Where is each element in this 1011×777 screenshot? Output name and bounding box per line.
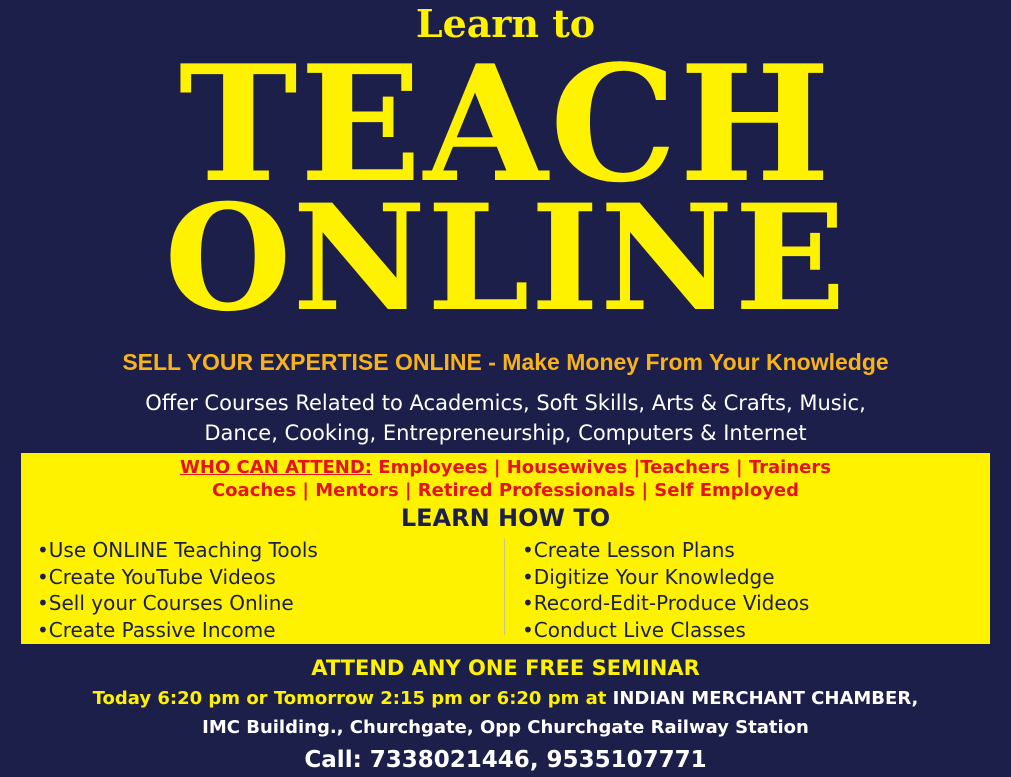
who-line-2: Coaches | Mentors | Retired Professional… [211,480,800,501]
seminar-address: IMC Building., Churchgate, Opp Churchgat… [202,717,809,738]
seminar-heading: ATTEND ANY ONE FREE SEMINAR [311,656,700,680]
tagline: SELL YOUR EXPERTISE ONLINE - Make Money … [122,349,889,375]
list-item: •Create Passive Income [37,617,276,642]
list-item: •Record-Edit-Produce Videos [522,591,810,615]
learn-how-heading: LEARN HOW TO [400,504,611,532]
list-item: •Create YouTube Videos [37,564,276,589]
list-item: •Sell your Courses Online [37,591,294,615]
headline-online: ONLINE [164,173,847,344]
who-label: WHO CAN ATTEND: [180,457,373,478]
learn-list-left: •Use ONLINE Teaching Tools •Create YouTu… [37,537,318,643]
who-can-attend: WHO CAN ATTEND: Employees | Housewives |… [21,456,990,502]
who-line-1: WHO CAN ATTEND: Employees | Housewives |… [21,456,990,479]
list-item: •Use ONLINE Teaching Tools [37,538,318,562]
contact-phone: Call: 7338021446, 9535107771 [304,747,707,773]
info-panel: WHO CAN ATTEND: Employees | Housewives |… [21,453,990,644]
learn-list-right: •Create Lesson Plans •Digitize Your Know… [522,537,809,643]
offer-line-1: Offer Courses Related to Academics, Soft… [145,391,866,415]
seminar-venue: INDIAN MERCHANT CHAMBER, [612,688,919,709]
who-line-1-rest: Employees | Housewives |Teachers | Train… [372,457,831,478]
column-divider [504,539,505,635]
list-item: •Create Lesson Plans [522,538,735,562]
list-item: •Conduct Live Classes [522,617,746,642]
offer-line-2: Dance, Cooking, Entrepreneurship, Comput… [204,421,807,445]
list-item: •Digitize Your Knowledge [522,564,775,589]
offer-text: Offer Courses Related to Academics, Soft… [0,388,1011,448]
seminar-schedule: Today 6:20 pm or Tomorrow 2:15 pm or 6:2… [0,685,1011,713]
seminar-times: Today 6:20 pm or Tomorrow 2:15 pm or 6:2… [92,688,613,709]
